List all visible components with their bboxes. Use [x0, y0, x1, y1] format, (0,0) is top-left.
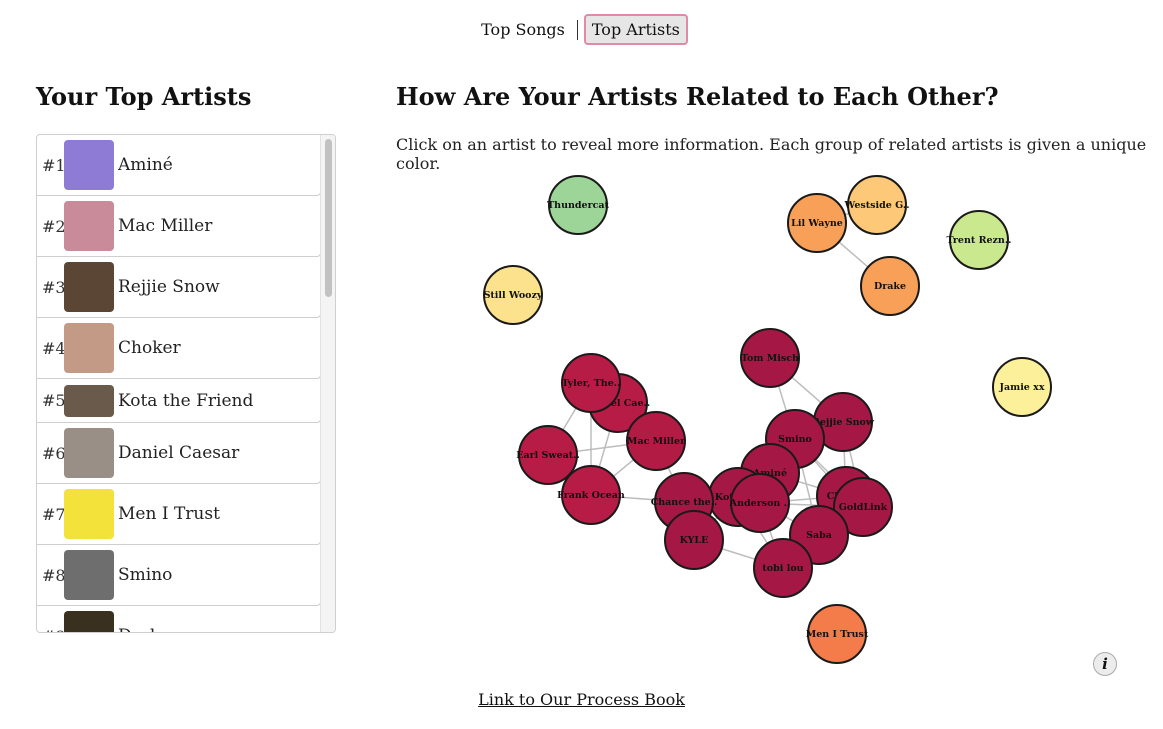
- artist-node-label: GoldLink: [839, 502, 888, 513]
- left-panel-title: Your Top Artists: [36, 82, 252, 111]
- artist-thumbnail: [64, 611, 114, 632]
- scrollbar-thumb[interactable]: [325, 139, 332, 297]
- artist-network-graph: Thundercat Lil WayneWestside G.. Trent Rez…: [483, 175, 1052, 664]
- artist-name: Daniel Caesar: [118, 443, 240, 463]
- artist-thumbnail: [64, 489, 114, 539]
- artist-node-label: Lil Wayne: [791, 218, 843, 229]
- artist-node-label: Mac Miller: [627, 436, 686, 447]
- list-scrollbar[interactable]: [320, 135, 335, 632]
- artist-node[interactable]: Lil Wayne: [787, 193, 847, 253]
- artist-thumbnail: [64, 384, 114, 417]
- artist-node-label: Westside G..: [843, 200, 909, 211]
- artist-name: Drake: [118, 626, 170, 632]
- artist-name: Men I Trust: [118, 504, 220, 524]
- artist-rank: #1: [42, 155, 66, 175]
- artist-node[interactable]: Mac Miller: [626, 411, 686, 471]
- right-panel-title: How Are Your Artists Related to Each Oth…: [396, 82, 999, 111]
- artist-node[interactable]: Westside G..: [843, 175, 910, 235]
- process-book-link[interactable]: Link to Our Process Book: [0, 690, 1163, 709]
- artist-node-label: Drake: [874, 281, 906, 292]
- artist-node[interactable]: KYLE: [664, 510, 724, 570]
- artist-list-item[interactable]: #7 Men I Trust: [37, 484, 321, 545]
- artist-rank: #2: [42, 216, 66, 236]
- tab-top-artists[interactable]: Top Artists: [583, 14, 688, 45]
- nav-divider: [576, 19, 578, 40]
- artist-list-item[interactable]: #9 Drake: [37, 606, 321, 633]
- tab-top-songs[interactable]: Top Songs: [475, 16, 571, 43]
- artist-node[interactable]: Tom Misch: [740, 328, 800, 388]
- artist-node-label: Tyler, The..: [562, 378, 621, 389]
- artist-node[interactable]: Jamie xx: [992, 357, 1052, 417]
- artist-thumbnail: [64, 550, 114, 600]
- artist-node-label: Still Woozy: [484, 290, 543, 301]
- artist-list-item[interactable]: #5 Kota the Friend: [37, 379, 321, 423]
- artist-node[interactable]: Men I Trust: [806, 604, 869, 664]
- artist-node[interactable]: Tyler, The..: [561, 353, 621, 413]
- artist-list-item[interactable]: #2 Mac Miller: [37, 196, 321, 257]
- artist-list-item[interactable]: #3 Rejjie Snow: [37, 257, 321, 318]
- artist-node-label: Smino: [778, 434, 812, 445]
- artist-thumbnail: [64, 428, 114, 478]
- artist-name: Kota the Friend: [118, 390, 254, 411]
- artist-name: Smino: [118, 565, 173, 585]
- artist-list-item[interactable]: #6 Daniel Caesar: [37, 423, 321, 484]
- artist-node[interactable]: Anderson ..: [729, 473, 790, 533]
- artist-node[interactable]: Still Woozy: [483, 265, 543, 325]
- artist-node[interactable]: Trent Rezn..: [947, 210, 1012, 270]
- artist-rank: #6: [42, 443, 66, 463]
- artist-node-label: Chance the..: [651, 497, 718, 508]
- artist-name: Mac Miller: [118, 216, 213, 236]
- artist-name: Aminé: [118, 155, 173, 175]
- artist-thumbnail: [64, 201, 114, 251]
- artist-rank: #9: [42, 627, 66, 633]
- artist-thumbnail: [64, 140, 114, 190]
- info-icon[interactable]: i: [1093, 652, 1117, 676]
- artist-list-item[interactable]: #4 Choker: [37, 318, 321, 379]
- artist-node[interactable]: Thundercat: [547, 175, 610, 235]
- artist-node-label: Trent Rezn..: [947, 235, 1012, 246]
- artist-name: Rejjie Snow: [118, 277, 220, 297]
- artist-rank: #3: [42, 277, 66, 297]
- artist-node-label: Men I Trust: [806, 629, 869, 640]
- artist-node[interactable]: tobi lou: [753, 538, 813, 598]
- artist-thumbnail: [64, 262, 114, 312]
- artist-list[interactable]: #1 Aminé #2 Mac Miller #3 Rejjie Snow #4 Choker…: [36, 134, 336, 633]
- artist-rank: #5: [42, 391, 66, 410]
- artist-rank: #8: [42, 565, 66, 585]
- artist-thumbnail: [64, 323, 114, 373]
- artist-list-item[interactable]: #1 Aminé: [37, 135, 321, 196]
- artist-node-label: Thundercat: [547, 200, 609, 211]
- artist-node-label: Frank Ocean: [557, 490, 625, 501]
- artist-rank: #7: [42, 504, 66, 524]
- artist-list-inner: #1 Aminé #2 Mac Miller #3 Rejjie Snow #4 Choker…: [37, 135, 321, 633]
- artist-node-label: Anderson ..: [729, 498, 790, 509]
- artist-node-label: Tom Misch: [741, 353, 799, 364]
- artist-rank: #4: [42, 338, 66, 358]
- artist-list-item[interactable]: #8 Smino: [37, 545, 321, 606]
- artist-node-label: Earl Sweat..: [516, 450, 580, 461]
- artist-name: Choker: [118, 338, 181, 358]
- artist-node-label: tobi lou: [762, 563, 803, 574]
- artist-node[interactable]: Drake: [860, 256, 920, 316]
- artist-node-label: Saba: [806, 530, 832, 541]
- top-nav: Top Songs Top Artists: [0, 14, 1163, 45]
- artist-node-label: KYLE: [680, 535, 709, 546]
- artist-node-label: Jamie xx: [999, 382, 1045, 393]
